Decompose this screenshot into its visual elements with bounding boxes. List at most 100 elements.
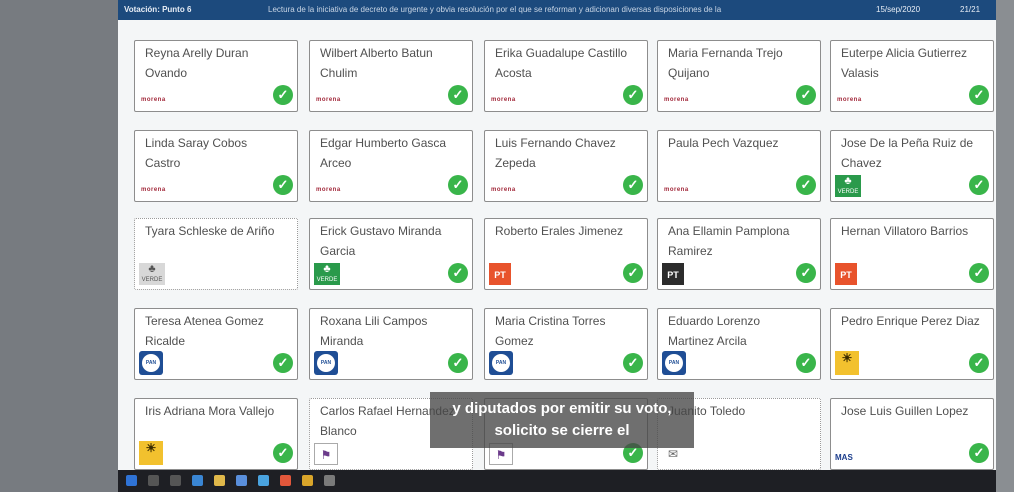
deputy-card: Roxana Lili Campos Miranda ✓ <box>309 308 473 380</box>
verde-logo: ♣ VERDE <box>835 175 861 197</box>
deputy-name: Reyna Arelly Duran Ovando <box>145 46 249 80</box>
pan-logo <box>489 351 513 375</box>
morena-logo: morena <box>316 97 341 103</box>
deputy-name: Tyara Schleske de Ariño <box>145 224 275 238</box>
start-icon[interactable] <box>126 475 137 486</box>
motion-text: Lectura de la iniciativa de decreto de u… <box>268 5 722 14</box>
deputy-card: Luis Fernando Chavez Zepeda morena ✓ <box>484 130 648 202</box>
pt-logo: PT <box>489 263 511 285</box>
deputy-name: Paula Pech Vazquez <box>668 136 779 150</box>
deputy-card: Roberto Erales Jimenez PT ✓ <box>484 218 648 290</box>
deputy-card: Jose Luis Guillen Lopez MAS ✓ <box>830 398 994 470</box>
deputy-card: Erika Guadalupe Castillo Acosta morena ✓ <box>484 40 648 112</box>
vote-check-icon: ✓ <box>448 175 468 195</box>
vote-check-icon: ✓ <box>969 353 989 373</box>
pes-logo: ⚑ <box>314 443 338 465</box>
sun-icon: ☀ <box>145 441 157 455</box>
deputy-name: Pedro Enrique Perez Diaz <box>841 314 980 328</box>
verde-logo: ♣ VERDE <box>314 263 340 285</box>
prd-logo: ☀ <box>835 351 859 375</box>
deputy-name: Ana Ellamin Pamplona Ramirez <box>668 224 790 258</box>
deputy-name: Eduardo Lorenzo Martinez Arcila <box>668 314 761 348</box>
vote-point-label: Votación: Punto 6 <box>124 5 192 14</box>
morena-logo: morena <box>141 97 166 103</box>
deputy-name: Jose De la Peña Ruiz de Chavez <box>841 136 974 170</box>
deputy-name: Linda Saray Cobos Castro <box>145 136 248 170</box>
task-view-icon[interactable] <box>170 475 181 486</box>
deputy-card: Linda Saray Cobos Castro morena ✓ <box>134 130 298 202</box>
morena-logo: morena <box>141 187 166 193</box>
vote-check-icon: ✓ <box>796 85 816 105</box>
mas-logo: MAS <box>835 453 853 462</box>
pan-logo <box>139 351 163 375</box>
morena-logo: morena <box>491 97 516 103</box>
vote-check-icon: ✓ <box>448 353 468 373</box>
edge-icon[interactable] <box>192 475 203 486</box>
deputy-card: Reyna Arelly Duran Ovando morena ✓ <box>134 40 298 112</box>
sun-icon: ☀ <box>841 351 853 365</box>
store-icon[interactable] <box>236 475 247 486</box>
deputy-name: Edgar Humberto Gasca Arceo <box>320 136 447 170</box>
vote-date: 15/sep/2020 <box>876 5 921 14</box>
deputy-name: Erika Guadalupe Castillo Acosta <box>495 46 628 80</box>
vote-check-icon: ✓ <box>796 353 816 373</box>
vote-check-icon: ✓ <box>623 353 643 373</box>
prd-logo: ☀ <box>139 441 163 465</box>
vote-check-icon: ✓ <box>273 443 293 463</box>
deputy-name: Maria Cristina Torres Gomez <box>495 314 606 348</box>
pan-logo <box>314 351 338 375</box>
vote-check-icon: ✓ <box>796 175 816 195</box>
caption-line-1: y diputados por emitir su voto, <box>452 400 672 417</box>
deputy-name: Erick Gustavo Miranda Garcia <box>320 224 442 258</box>
vote-check-icon: ✓ <box>969 263 989 283</box>
deputy-card: Pedro Enrique Perez Diaz ☀ ✓ <box>830 308 994 380</box>
vote-check-icon: ✓ <box>969 85 989 105</box>
caption-overlay: y diputados por emitir su voto, solicito… <box>430 392 694 448</box>
deputy-card: Paula Pech Vazquez morena ✓ <box>657 130 821 202</box>
verde-label: VERDE <box>837 189 859 195</box>
deputy-card: Ana Ellamin Pamplona Ramirez PT ✓ <box>657 218 821 290</box>
search-icon[interactable] <box>148 475 159 486</box>
deputy-card: Iris Adriana Mora Vallejo ☀ ✓ <box>134 398 298 470</box>
vote-check-icon: ✓ <box>273 353 293 373</box>
right-wall <box>996 0 1014 492</box>
vote-count: 21/21 <box>960 5 981 14</box>
deputy-card: Tyara Schleske de Ariño ♣ VERDE <box>134 218 298 290</box>
vote-check-icon: ✓ <box>273 85 293 105</box>
folder-icon[interactable] <box>214 475 225 486</box>
pan-logo <box>662 351 686 375</box>
deputy-name: Roberto Erales Jimenez <box>495 224 624 238</box>
deputy-card: Edgar Humberto Gasca Arceo morena ✓ <box>309 130 473 202</box>
vote-check-icon: ✓ <box>623 175 643 195</box>
morena-logo: morena <box>491 187 516 193</box>
deputy-name: Maria Fernanda Trejo Quijano <box>668 46 783 80</box>
deputy-card: Erick Gustavo Miranda Garcia ♣ VERDE ✓ <box>309 218 473 290</box>
left-wall <box>0 0 118 492</box>
taskbar <box>118 470 996 492</box>
deputy-card: Teresa Atenea Gomez Ricalde ✓ <box>134 308 298 380</box>
deputy-card: Euterpe Alicia Gutierrez Valasis morena ✓ <box>830 40 994 112</box>
deputy-name: Roxana Lili Campos Miranda <box>320 314 428 348</box>
verde-logo: ♣ VERDE <box>139 263 165 285</box>
deputy-name: Wilbert Alberto Batun Chulim <box>320 46 433 80</box>
tree-icon: ♣ <box>844 175 852 187</box>
morena-logo: morena <box>837 97 862 103</box>
vote-check-icon: ✓ <box>969 175 989 195</box>
mail-icon[interactable] <box>258 475 269 486</box>
caption-line-2: solicito se cierre el <box>494 422 630 439</box>
header-bar: Votación: Punto 6 Lectura de la iniciati… <box>118 0 996 20</box>
pt-logo: PT <box>835 263 857 285</box>
app-icon-3[interactable] <box>324 475 335 486</box>
app-icon-2[interactable] <box>302 475 313 486</box>
deputy-name: Jose Luis Guillen Lopez <box>841 404 969 418</box>
deputy-card: Maria Cristina Torres Gomez ✓ <box>484 308 648 380</box>
deputy-name: Luis Fernando Chavez Zepeda <box>495 136 616 170</box>
deputy-card: Wilbert Alberto Batun Chulim morena ✓ <box>309 40 473 112</box>
deputy-name: Teresa Atenea Gomez Ricalde <box>145 314 264 348</box>
vote-check-icon: ✓ <box>796 263 816 283</box>
deputy-name: Iris Adriana Mora Vallejo <box>145 404 275 418</box>
app-icon[interactable] <box>280 475 291 486</box>
vote-check-icon: ✓ <box>273 175 293 195</box>
vote-check-icon: ✓ <box>448 263 468 283</box>
morena-logo: morena <box>664 187 689 193</box>
